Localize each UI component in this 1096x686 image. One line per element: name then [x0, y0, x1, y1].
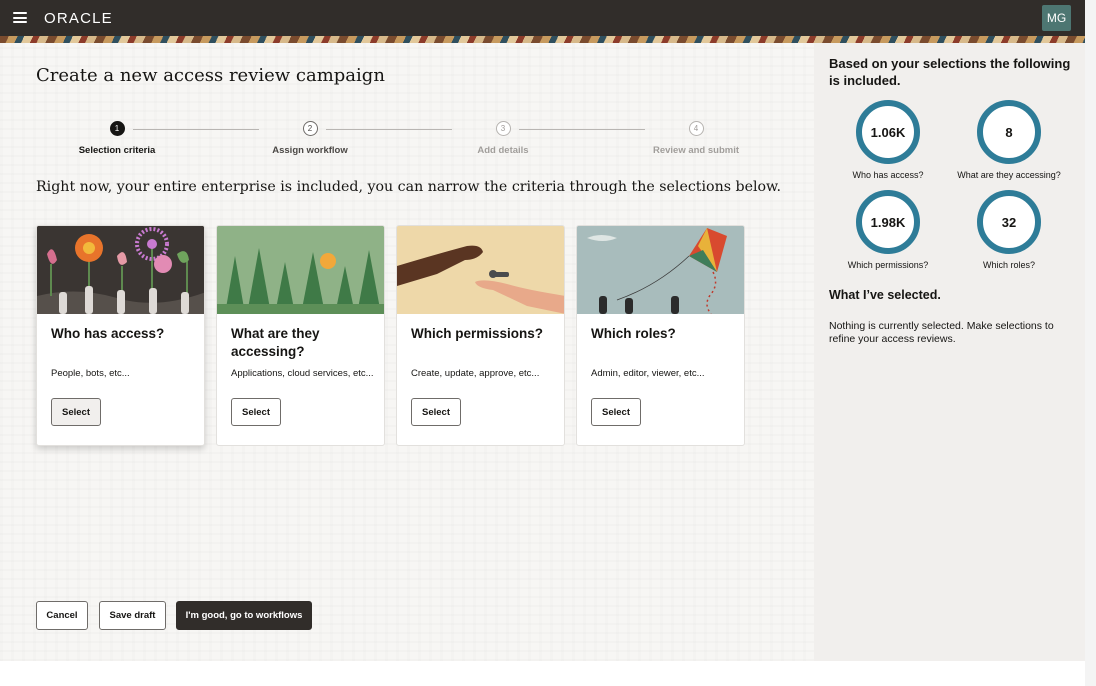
- progress-stepper: 1 Selection criteria 2 Assign workflow 3…: [60, 121, 760, 161]
- metric-label: Who has access?: [852, 170, 924, 180]
- step-number: 1: [109, 121, 125, 136]
- summary-heading: Based on your selections the following i…: [829, 56, 1071, 88]
- step-add-details: 3 Add details: [443, 121, 563, 156]
- selected-text: Nothing is currently selected. Make sele…: [829, 320, 1054, 345]
- metric-ring: 1.98K: [856, 190, 920, 254]
- step-label: Selection criteria: [78, 145, 156, 156]
- flowers-illustration: [37, 226, 204, 314]
- step-number: 2: [302, 121, 318, 136]
- card-title: What are they accessing?: [231, 326, 320, 359]
- selected-heading: What I’ve selected.: [829, 288, 941, 302]
- select-button[interactable]: Select: [51, 398, 101, 426]
- step-number: 4: [688, 121, 704, 136]
- metric-what-accessing: 8 What are they accessing?: [944, 100, 1074, 180]
- metric-who-has-access: 1.06K Who has access?: [823, 100, 953, 180]
- oracle-logo: ORACLE: [44, 10, 113, 27]
- card-what-accessing[interactable]: What are they accessing? Applications, c…: [216, 225, 385, 446]
- step-label: Assign workflow: [272, 145, 348, 156]
- step-label: Review and submit: [652, 145, 740, 156]
- save-draft-button[interactable]: Save draft: [99, 601, 166, 630]
- kite-illustration: [577, 226, 744, 314]
- go-to-workflows-button[interactable]: I'm good, go to workflows: [176, 601, 312, 630]
- card-which-permissions[interactable]: Which permissions? Create, update, appro…: [396, 225, 565, 446]
- card-title: Which permissions?: [411, 326, 544, 341]
- step-label: Add details: [477, 145, 529, 156]
- card-which-roles[interactable]: Which roles? Admin, editor, viewer, etc.…: [576, 225, 745, 446]
- step-number: 3: [495, 121, 511, 136]
- hamburger-menu-icon[interactable]: [13, 12, 27, 23]
- card-title: Which roles?: [591, 326, 676, 341]
- card-title: Who has access?: [51, 326, 165, 341]
- metric-which-permissions: 1.98K Which permissions?: [823, 190, 953, 270]
- card-description: Admin, editor, viewer, etc...: [591, 368, 705, 379]
- forest-illustration: [217, 226, 384, 314]
- card-description: People, bots, etc...: [51, 368, 130, 379]
- metric-which-roles: 32 Which roles?: [944, 190, 1074, 270]
- select-button[interactable]: Select: [411, 398, 461, 426]
- metric-ring: 32: [977, 190, 1041, 254]
- hands-key-illustration: [397, 226, 564, 314]
- metric-label: Which roles?: [982, 260, 1036, 270]
- metric-ring: 8: [977, 100, 1041, 164]
- card-description: Applications, cloud services, etc...: [231, 368, 374, 379]
- page-scrollbar[interactable]: [1085, 0, 1096, 686]
- summary-panel: Based on your selections the following i…: [814, 43, 1085, 661]
- main-content: Create a new access review campaign 1 Se…: [0, 43, 814, 661]
- select-button[interactable]: Select: [231, 398, 281, 426]
- decorative-pattern-strip: [0, 36, 1085, 43]
- cancel-button[interactable]: Cancel: [36, 601, 88, 630]
- step-review-submit: 4 Review and submit: [636, 121, 756, 156]
- step-assign-workflow[interactable]: 2 Assign workflow: [250, 121, 370, 156]
- card-description: Create, update, approve, etc...: [411, 368, 540, 379]
- instructions-text: Right now, your entire enterprise is inc…: [36, 179, 782, 195]
- metric-label: Which permissions?: [847, 260, 929, 270]
- user-avatar[interactable]: MG: [1042, 5, 1071, 31]
- card-who-has-access[interactable]: Who has access? People, bots, etc... Sel…: [36, 225, 205, 446]
- step-selection-criteria[interactable]: 1 Selection criteria: [57, 121, 177, 156]
- top-bar: ORACLE MG: [0, 0, 1085, 36]
- metric-label: What are they accessing?: [957, 170, 1061, 180]
- metric-ring: 1.06K: [856, 100, 920, 164]
- page-title: Create a new access review campaign: [36, 65, 385, 86]
- select-button[interactable]: Select: [591, 398, 641, 426]
